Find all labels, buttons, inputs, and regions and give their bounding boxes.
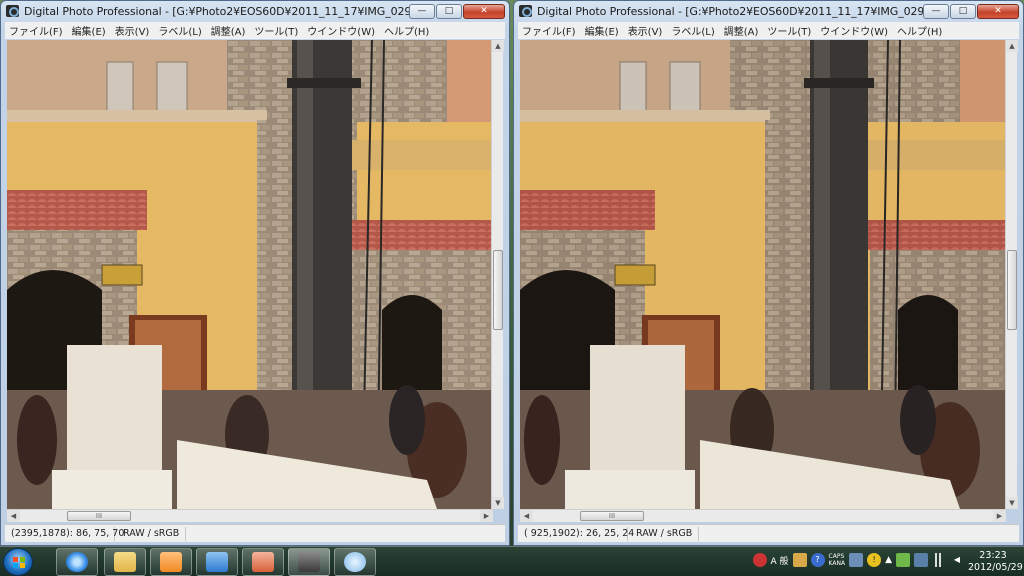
folder-icon — [114, 552, 136, 572]
network-icon[interactable] — [914, 553, 928, 567]
taskbar-explorer[interactable] — [104, 548, 146, 576]
caps-lock-label: CAPS — [828, 553, 845, 560]
red-pin-icon[interactable] — [752, 553, 767, 567]
minimize-button[interactable]: — — [923, 3, 949, 19]
status-bar: (2395,1878): 86, 75, 70 RAW / sRGB — [5, 524, 505, 542]
digital-photo-professional-icon — [298, 552, 320, 572]
taskbar-clock[interactable]: 23:23 2012/05/29 — [968, 550, 1023, 574]
menu-label[interactable]: ラベル(L) — [671, 23, 714, 38]
menu-window[interactable]: ウインドウ(W) — [307, 23, 375, 38]
minimize-button[interactable]: — — [409, 3, 435, 19]
menu-tools[interactable]: ツール(T) — [254, 23, 298, 38]
menu-edit[interactable]: 編集(E) — [72, 23, 106, 38]
window-title: Digital Photo Professional - [G:¥Photo2¥… — [24, 4, 409, 18]
menu-tools[interactable]: ツール(T) — [767, 23, 811, 38]
dpp-window-right[interactable]: Digital Photo Professional - [G:¥Photo2¥… — [513, 0, 1024, 546]
volume-icon[interactable]: ◀ — [950, 553, 964, 567]
start-button[interactable] — [3, 548, 33, 576]
scroll-down-icon[interactable]: ▼ — [1006, 497, 1018, 509]
status-pixel-readout: ( 925,1902): 26, 25, 24 — [518, 526, 634, 541]
window-title: Digital Photo Professional - [G:¥Photo2¥… — [537, 4, 923, 18]
vertical-scrollbar[interactable]: ▲ ▼ — [491, 40, 504, 509]
media-player-icon — [160, 552, 182, 572]
taskbar-paint[interactable] — [334, 548, 376, 576]
status-coords: (2395,1878): — [11, 527, 73, 539]
menu-file[interactable]: ファイル(F) — [9, 23, 63, 38]
status-pixel-readout: (2395,1878): 86, 75, 70 — [5, 526, 124, 541]
kana-lock-label: KANA — [828, 560, 846, 567]
tray-app-icon[interactable] — [896, 553, 910, 567]
menu-adjust[interactable]: 調整(A) — [724, 23, 759, 38]
taskbar-hp[interactable] — [196, 548, 238, 576]
menu-view[interactable]: 表示(V) — [628, 23, 663, 38]
status-coords: ( 925,1902): — [524, 527, 583, 539]
system-tray: A 般 ? CAPS KANA ! ▲ ◀ — [752, 553, 964, 567]
horizontal-scroll-thumb[interactable]: III — [580, 511, 644, 521]
internet-explorer-icon — [66, 552, 88, 572]
ime-options-icon[interactable] — [849, 553, 864, 567]
scroll-up-icon[interactable]: ▲ — [1006, 40, 1018, 52]
menu-window[interactable]: ウインドウ(W) — [820, 23, 888, 38]
vertical-scrollbar[interactable]: ▲ ▼ — [1005, 40, 1018, 509]
scroll-left-icon[interactable]: ◀ — [7, 510, 20, 522]
menu-view[interactable]: 表示(V) — [115, 23, 150, 38]
menu-help[interactable]: ヘルプ(H) — [384, 23, 429, 38]
title-bar[interactable]: Digital Photo Professional - [G:¥Photo2¥… — [1, 1, 509, 21]
status-color-mode: RAW / sRGB — [628, 526, 700, 541]
scroll-right-icon[interactable]: ▶ — [993, 510, 1006, 522]
maximize-button[interactable]: □ — [436, 3, 462, 19]
horizontal-scrollbar[interactable]: ◀ III ▶ — [520, 509, 1006, 522]
menu-bar: ファイル(F) 編集(E) 表示(V) ラベル(L) 調整(A) ツール(T) … — [518, 22, 1019, 39]
clock-date: 2012/05/29 — [968, 562, 1023, 573]
clock-time: 23:23 — [979, 550, 1007, 561]
scroll-down-icon[interactable]: ▼ — [492, 497, 504, 509]
close-button[interactable]: ✕ — [977, 3, 1019, 19]
title-bar[interactable]: Digital Photo Professional - [G:¥Photo2¥… — [514, 1, 1023, 21]
taskbar-internet-explorer[interactable] — [56, 548, 98, 576]
status-bar: ( 925,1902): 26, 25, 24 RAW / sRGB — [518, 524, 1019, 542]
image-viewport[interactable] — [520, 40, 1006, 509]
ime-help-icon[interactable]: ? — [810, 553, 825, 567]
menu-file[interactable]: ファイル(F) — [522, 23, 576, 38]
menu-bar: ファイル(F) 編集(E) 表示(V) ラベル(L) 調整(A) ツール(T) … — [5, 22, 505, 39]
scroll-right-icon[interactable]: ▶ — [480, 510, 493, 522]
taskbar-media-player[interactable] — [150, 548, 192, 576]
action-center-warning-icon[interactable]: ! — [867, 553, 882, 567]
taskbar: A 般 ? CAPS KANA ! ▲ ◀ 23:23 2012/05/29 — [0, 546, 1024, 576]
horizontal-scrollbar[interactable]: ◀ III ▶ — [7, 509, 493, 522]
vertical-scroll-thumb[interactable] — [1007, 250, 1017, 330]
ime-indicator[interactable]: A 般 — [771, 554, 789, 567]
show-hidden-icons-icon[interactable]: ▲ — [885, 555, 892, 565]
menu-edit[interactable]: 編集(E) — [585, 23, 619, 38]
taskbar-painter-app[interactable] — [242, 548, 284, 576]
vertical-scroll-thumb[interactable] — [493, 250, 503, 330]
scroll-up-icon[interactable]: ▲ — [492, 40, 504, 52]
ime-toolbar-icon[interactable] — [792, 553, 807, 567]
signal-strength-icon[interactable] — [932, 553, 946, 567]
close-button[interactable]: ✕ — [463, 3, 505, 19]
dpp-window-left[interactable]: Digital Photo Professional - [G:¥Photo2¥… — [0, 0, 510, 546]
image-viewport[interactable] — [7, 40, 493, 509]
photo-image — [520, 40, 1006, 509]
maximize-button[interactable]: □ — [950, 3, 976, 19]
status-color-mode: RAW / sRGB — [115, 526, 187, 541]
paint-palette-icon — [344, 552, 366, 572]
menu-label[interactable]: ラベル(L) — [158, 23, 201, 38]
camera-app-icon — [519, 5, 532, 17]
photo-image — [7, 40, 493, 509]
painter-app-icon — [252, 552, 274, 572]
horizontal-scroll-thumb[interactable]: III — [67, 511, 131, 521]
camera-app-icon — [6, 5, 19, 17]
caps-kana-indicator: CAPS KANA — [829, 553, 846, 567]
hp-icon — [206, 552, 228, 572]
scroll-left-icon[interactable]: ◀ — [520, 510, 533, 522]
taskbar-digital-photo-professional[interactable] — [288, 548, 330, 576]
menu-help[interactable]: ヘルプ(H) — [897, 23, 942, 38]
menu-adjust[interactable]: 調整(A) — [211, 23, 246, 38]
